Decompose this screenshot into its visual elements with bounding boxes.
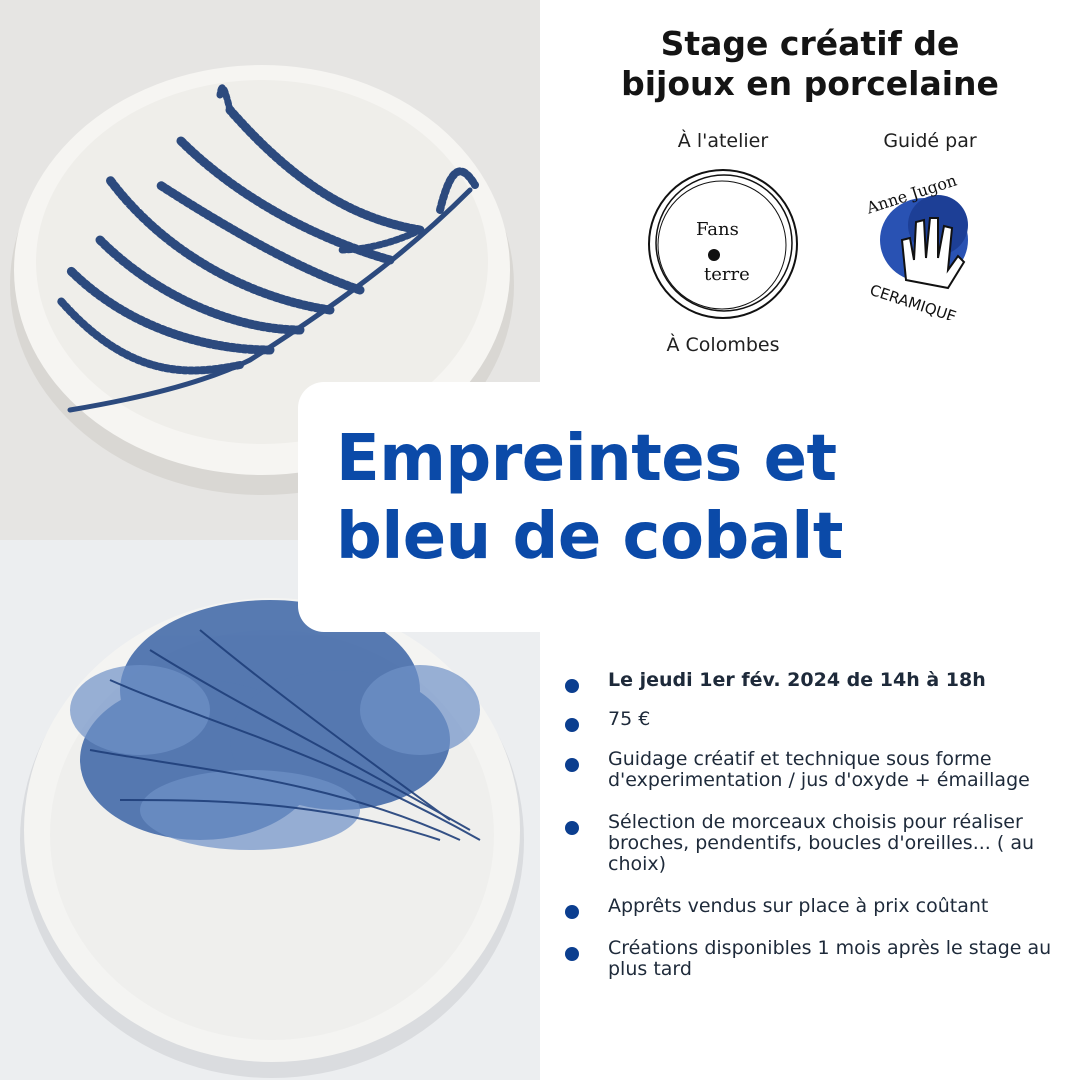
detail-date: Le jeudi 1er fév. 2024 de 14h à 18h (560, 670, 1060, 693)
details-list: Le jeudi 1er fév. 2024 de 14h à 18h 75 €… (560, 670, 1060, 980)
main-title-line1: Empreintes et (336, 422, 837, 496)
guide-label: Guidé par (883, 130, 977, 152)
anne-jugon-ceramique-logo: Anne Jugon CERAMIQUE (858, 160, 990, 326)
venue-city: À Colombes (666, 334, 780, 356)
workshop-title: Stage créatif de bijoux en porcelaine (560, 24, 1060, 104)
detail-guidance: Guidage créatif et technique sous forme … (560, 749, 1060, 791)
workshop-title-line1: Stage créatif de (660, 24, 960, 63)
workshop-title-line2: bijoux en porcelaine (621, 64, 999, 103)
main-title-line2: bleu de cobalt (336, 500, 843, 574)
main-title: Empreintes et bleu de cobalt (336, 420, 1076, 576)
fans-logo-word-2: terre (704, 264, 750, 285)
venue-label: À l'atelier (677, 130, 769, 152)
detail-selection: Sélection de morceaux choisis pour réali… (560, 812, 1060, 875)
fans-de-terre-logo: Fans terre (644, 165, 802, 323)
detail-price: 75 € (560, 709, 1060, 732)
fans-logo-word-1: Fans (696, 219, 739, 240)
detail-supplies: Apprêts vendus sur place à prix coûtant (560, 896, 1060, 919)
detail-availability: Créations disponibles 1 mois après le st… (560, 938, 1060, 980)
